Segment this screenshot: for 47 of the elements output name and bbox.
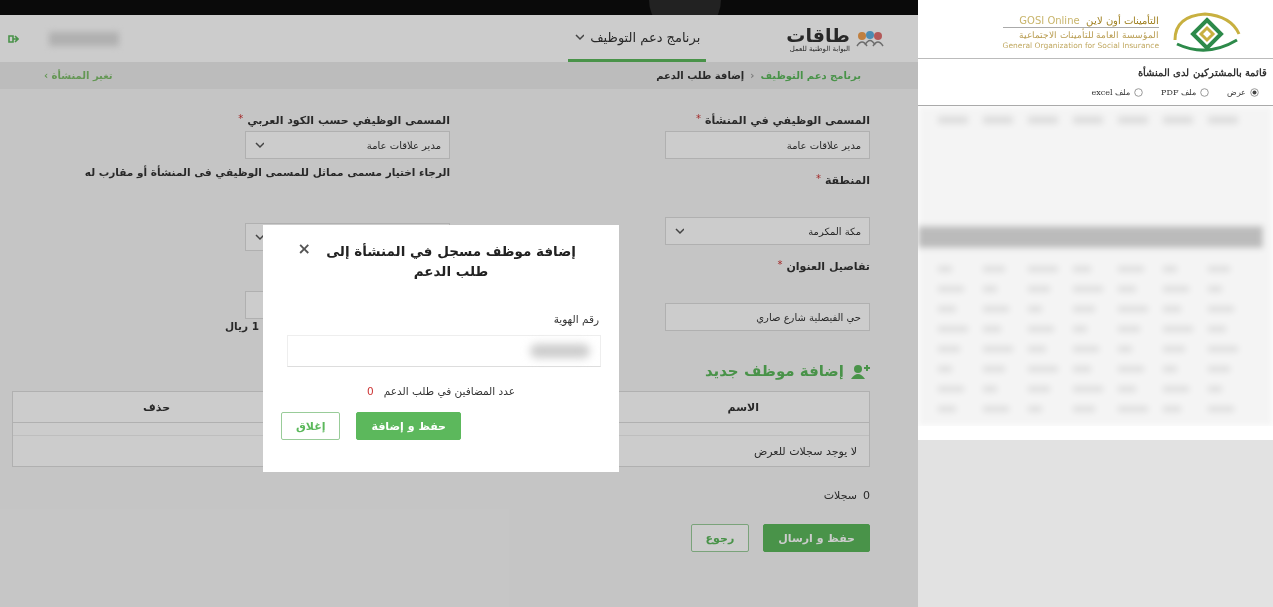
close-button[interactable]: ×: [297, 241, 311, 257]
help-text: الرجاء اختيار مسمى مماثل للمسمى الوظيفي فى المنشأة أو مقارب له: [84, 166, 450, 178]
note-text: 1 ريال: [225, 320, 259, 332]
chevron-down-icon: [574, 32, 585, 42]
count-label: عدد المضافين في طلب الدعم: [383, 385, 515, 397]
brand-name: التأمينات أون لاين: [1085, 14, 1159, 26]
field-label: المسمى الوظيفي حسب الكود العربي: [247, 114, 450, 127]
count-value: 0: [367, 385, 374, 397]
separator-icon: ‹: [750, 70, 755, 81]
field-label: المسمى الوظيفي في المنشأة: [704, 114, 870, 127]
user-plus-icon: [850, 363, 870, 379]
organization-name: المؤسسة العامة للتأمينات الاجتماعية: [1002, 26, 1159, 40]
field-label: تفاصيل العنوان: [786, 260, 870, 273]
field-label: المنطقة: [824, 174, 870, 187]
select-field[interactable]: مدير علاقات عامة: [245, 131, 450, 159]
logo-name: طاقات: [786, 24, 850, 45]
radio-option[interactable]: ملف excel: [1091, 88, 1144, 97]
radio-icon: [1134, 88, 1144, 97]
brand-name-latin: GOSI Online: [1019, 14, 1080, 26]
column-header: حذف: [143, 400, 171, 414]
chevron-down-icon: [254, 140, 264, 150]
field-label: رقم الهوية: [552, 313, 600, 325]
blurred-user-name: [49, 31, 119, 46]
select-field[interactable]: مدير علاقات عامة: [665, 131, 870, 159]
required-mark: *: [777, 260, 783, 270]
section-title: إضافة موظف جديد: [704, 362, 844, 380]
radio-option[interactable]: ملف PDF: [1161, 88, 1209, 97]
column-header: الاسم: [727, 400, 759, 414]
required-mark: *: [238, 114, 244, 124]
required-mark: *: [695, 114, 701, 124]
chevron-down-icon: [674, 226, 684, 236]
record-label: سجلات: [823, 489, 857, 502]
people-icon: [856, 29, 884, 48]
logout-icon: [8, 32, 19, 45]
required-mark: *: [815, 174, 821, 184]
radio-icon: [1250, 88, 1259, 97]
blurred-value: [530, 344, 590, 358]
modal-title: إضافة موظف مسجل في المنشأة إلى طلب الدعم: [325, 242, 577, 281]
select-field[interactable]: مكة المكرمة: [665, 217, 870, 245]
page-heading: قائمة بالمشتركين لدى المنشأة: [1137, 65, 1268, 78]
breadcrumb-current: إضافة طلب الدعم: [656, 70, 745, 81]
chevron-down-icon: [254, 232, 264, 242]
record-count: 0: [863, 489, 870, 502]
radio-option[interactable]: عرض: [1227, 88, 1259, 97]
radio-icon: [1200, 88, 1209, 97]
text-field[interactable]: حي الفيصلية شارع صاري: [665, 303, 870, 331]
id-number-field[interactable]: [287, 335, 601, 367]
